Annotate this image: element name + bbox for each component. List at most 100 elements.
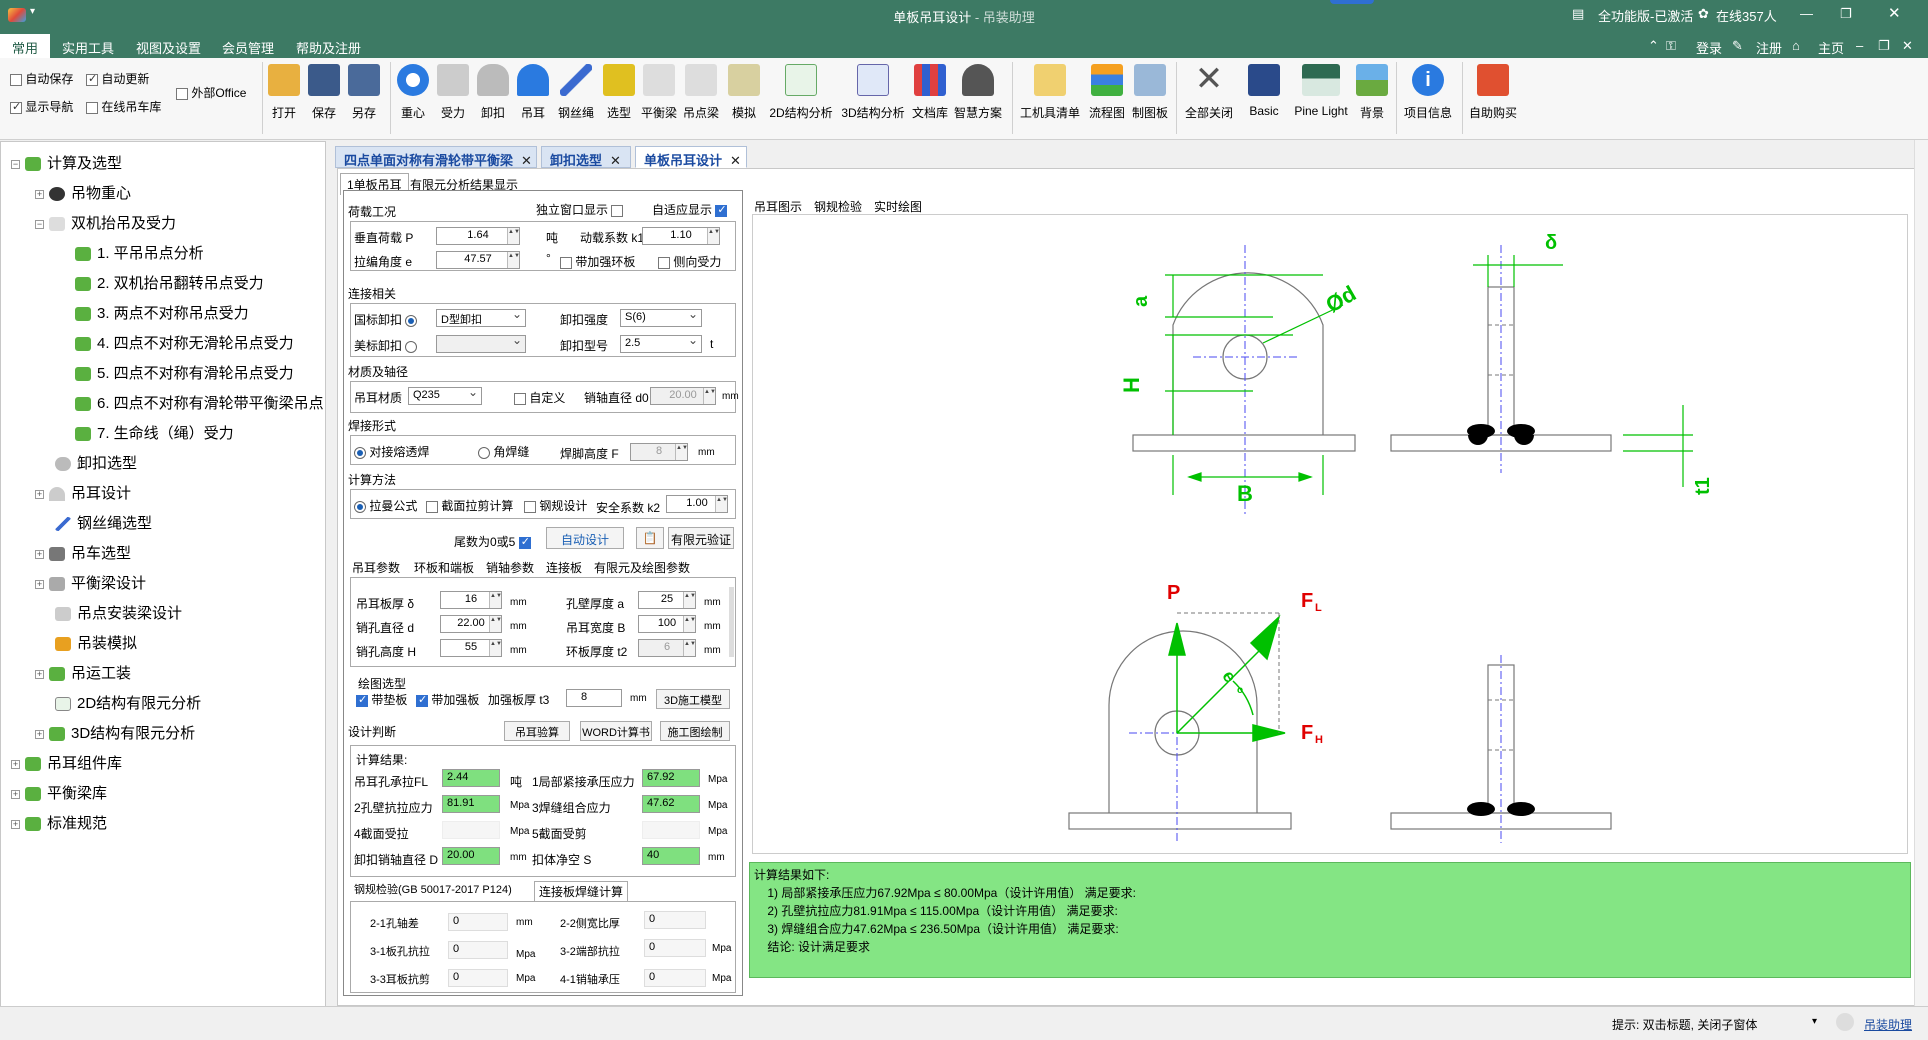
auto-update-check[interactable]: 自动更新	[86, 70, 149, 87]
tree-item[interactable]: 2D结构有限元分析	[55, 692, 201, 713]
vertical-scrollbar[interactable]	[1914, 140, 1928, 1006]
theme-pine-button[interactable]: Pine Light	[1292, 64, 1350, 118]
tree-item[interactable]: 1. 平吊吊点分析	[75, 242, 204, 263]
angle-input[interactable]: 47.57	[436, 251, 520, 269]
login-link[interactable]: 登录	[1696, 38, 1722, 57]
tree-item[interactable]: 7. 生命线（绳）受力	[75, 422, 234, 443]
rtab-realtime[interactable]: 实时绘图	[874, 198, 922, 215]
register-link[interactable]: 注册	[1756, 38, 1782, 57]
status-dropdown-icon[interactable]: ▾	[1812, 1016, 1817, 1027]
model-3d-button[interactable]: 3D施工模型	[656, 689, 730, 709]
ptab-plate[interactable]: 连接板	[546, 559, 582, 576]
wall-thickness-input[interactable]: 25	[638, 591, 696, 609]
tree-item[interactable]: 2. 双机抬吊翻转吊点受力	[75, 272, 264, 293]
tree-item[interactable]: 钢丝绳选型	[55, 512, 152, 533]
save-as-button[interactable]: 另存	[348, 64, 380, 121]
wire-rope-button[interactable]: 钢丝绳	[556, 64, 596, 121]
ptab-pin[interactable]: 销轴参数	[486, 559, 534, 576]
us-shackle-select[interactable]	[436, 333, 526, 353]
lug-button[interactable]: 吊耳	[516, 64, 550, 121]
save-button[interactable]: 保存	[308, 64, 340, 121]
close-icon[interactable]: ✕	[610, 153, 621, 168]
office-check[interactable]: 外部Office	[176, 84, 246, 101]
clipboard-button[interactable]: 📋	[636, 527, 664, 549]
tree-item[interactable]: + 标准规范	[11, 812, 107, 833]
menu-tab-view[interactable]: 视图及设置	[136, 38, 201, 57]
menu-tab-member[interactable]: 会员管理	[222, 38, 274, 57]
tree-item[interactable]: + 平衡梁库	[11, 782, 107, 803]
param-scrollbar[interactable]	[729, 587, 734, 657]
ptab-ring[interactable]: 环板和端板	[414, 559, 474, 576]
minimize-button[interactable]: —	[1800, 6, 1813, 21]
k2-input[interactable]: 1.00	[666, 495, 728, 513]
grade-select[interactable]: S(6)	[620, 307, 702, 327]
flowchart-button[interactable]: 流程图	[1088, 64, 1126, 121]
project-info-button[interactable]: i 项目信息	[1400, 64, 1456, 121]
us-shackle-radio[interactable]: 美标卸扣	[354, 337, 418, 354]
btab-steel-code[interactable]: 钢规检验(GB 50017-2017 P124)	[354, 881, 512, 897]
lug-check-button[interactable]: 吊耳验算	[504, 721, 570, 741]
doc-library-button[interactable]: 文档库	[910, 64, 950, 121]
ptab-fea[interactable]: 有限元及绘图参数	[594, 559, 690, 576]
mdi-close-button[interactable]: ✕	[1902, 38, 1913, 54]
online-crane-check[interactable]: 在线吊车库	[86, 98, 161, 115]
material-select[interactable]: Q235	[408, 385, 482, 405]
doctab-lug-design[interactable]: 单板吊耳设计 ✕	[635, 146, 747, 168]
thickness-input[interactable]: 16	[440, 591, 502, 609]
rtab-diagram[interactable]: 吊耳图示	[754, 198, 802, 215]
rtab-steel[interactable]: 钢规检验	[814, 198, 862, 215]
gravity-button[interactable]: 重心	[396, 64, 430, 121]
menu-tab-common[interactable]: 常用	[0, 34, 51, 58]
indep-window-check[interactable]: 独立窗口显示	[536, 201, 624, 218]
auto-design-button[interactable]: 自动设计	[546, 527, 624, 549]
force-button[interactable]: 受力	[436, 64, 470, 121]
lug-width-input[interactable]: 100	[638, 615, 696, 633]
ptab-lug[interactable]: 吊耳参数	[352, 559, 400, 576]
dyn-input[interactable]: 1.10	[642, 227, 720, 245]
show-nav-check[interactable]: 显示导航	[10, 98, 73, 115]
rib-t-input[interactable]: 8	[566, 689, 622, 707]
side-load-check[interactable]: 侧向受力	[658, 253, 721, 270]
tree-item[interactable]: 3. 两点不对称吊点受力	[75, 302, 249, 323]
tree-item[interactable]: + 吊物重心	[35, 182, 131, 203]
tree-item[interactable]: + 平衡梁设计	[35, 572, 146, 593]
auto-save-check[interactable]: 自动保存	[10, 70, 73, 87]
butt-weld-radio[interactable]: 对接熔透焊	[354, 443, 429, 460]
pad-check[interactable]: 带垫板	[356, 691, 407, 708]
purchase-button[interactable]: 自助购买	[1466, 64, 1520, 121]
section-check[interactable]: 截面拉剪计算	[426, 497, 513, 514]
tree-item[interactable]: + 吊运工装	[35, 662, 131, 683]
fea-verify-button[interactable]: 有限元验证	[668, 527, 734, 549]
close-icon[interactable]: ✕	[730, 153, 741, 168]
btab-weld[interactable]: 连接板焊缝计算	[534, 881, 629, 901]
tree-item[interactable]: 吊点安装梁设计	[55, 602, 182, 623]
tree-item[interactable]: + 吊车选型	[35, 542, 131, 563]
model-select[interactable]: 2.5	[620, 333, 702, 353]
doctab-shackle[interactable]: 卸扣选型 ✕	[541, 146, 631, 168]
menu-tab-help[interactable]: 帮助及注册	[296, 38, 361, 57]
open-button[interactable]: 打开	[268, 64, 300, 121]
tree-item[interactable]: − 计算及选型	[11, 152, 122, 173]
tree-item[interactable]: 卸扣选型	[55, 452, 137, 473]
steel-code-check[interactable]: 钢规设计	[524, 497, 587, 514]
tree-item[interactable]: + 吊耳组件库	[11, 752, 122, 773]
rib-check[interactable]: 带加强板	[416, 691, 479, 708]
maximize-button[interactable]: ❐	[1840, 6, 1852, 22]
word-report-button[interactable]: WORD计算书	[580, 721, 652, 741]
tree-item[interactable]: +3D结构有限元分析	[35, 722, 195, 743]
ring-thickness-input[interactable]: 6	[638, 639, 696, 657]
fillet-weld-radio[interactable]: 角焊缝	[478, 443, 529, 460]
close-all-button[interactable]: ✕ 全部关闭	[1182, 62, 1236, 121]
background-button[interactable]: 背景	[1354, 64, 1390, 121]
menu-tab-tools[interactable]: 实用工具	[62, 38, 114, 57]
smart-plan-button[interactable]: 智慧方案	[952, 64, 1004, 121]
fea-3d-button[interactable]: 3D结构分析	[840, 64, 906, 121]
doctab-balance-beam[interactable]: 四点单面对称有滑轮带平衡梁 ✕	[335, 146, 537, 168]
tree-item[interactable]: 6. 四点不对称有滑轮带平衡梁吊点	[75, 392, 325, 413]
assistant-link[interactable]: 吊装助理	[1864, 1016, 1912, 1033]
tree-item[interactable]: 5. 四点不对称有滑轮吊点受力	[75, 362, 294, 383]
collapse-ribbon-icon[interactable]: ⌃	[1648, 38, 1659, 54]
ring-check[interactable]: 带加强环板	[560, 253, 635, 270]
simulate-button[interactable]: 模拟	[728, 64, 760, 121]
mdi-restore-button[interactable]: ❐	[1878, 38, 1890, 54]
